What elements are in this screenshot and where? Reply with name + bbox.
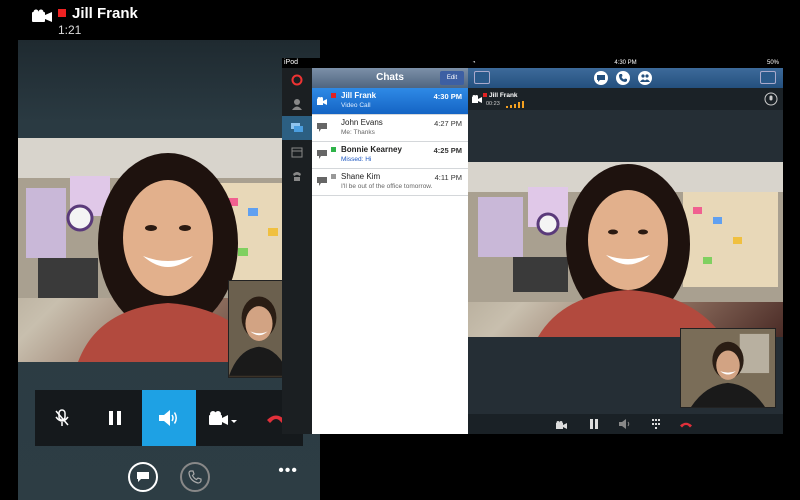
chat-time: 4:11 PM <box>434 173 462 182</box>
caller-name: Jill Frank <box>72 5 138 22</box>
microphone-icon[interactable] <box>764 92 778 106</box>
call-duration: 1:21 <box>58 23 82 37</box>
ipad-toolbar <box>468 68 783 88</box>
audio-call-button[interactable] <box>616 71 630 85</box>
self-view-scene <box>681 329 775 407</box>
busy-presence-icon <box>331 93 336 98</box>
chat-button[interactable] <box>128 462 158 492</box>
busy-presence-icon <box>483 93 487 97</box>
call-controls <box>35 390 303 446</box>
ipod-status-bar: iPod <box>282 58 468 68</box>
device-label: iPod <box>284 59 299 66</box>
message-icon <box>317 123 327 132</box>
chat-row-jill-frank[interactable]: Jill Frank Video Call 4:30 PM <box>312 88 468 115</box>
edit-button[interactable]: Edit <box>440 71 464 85</box>
ipod-device: iPod Chats Edit Jill Frank Video Call 4:… <box>282 58 468 434</box>
phone-status-bar: Jill Frank 1:21 <box>0 0 320 40</box>
call-info-bar: Jill Frank 00:23 <box>468 88 783 110</box>
nav-phone[interactable] <box>282 164 312 188</box>
chat-row-bonnie-kearney[interactable]: Bonnie Kearney Missed: Hi 4:25 PM <box>312 142 468 169</box>
available-presence-icon <box>331 147 336 152</box>
video-camera-dropdown-icon <box>208 411 237 425</box>
phone-handset-icon <box>619 74 627 82</box>
busy-presence-icon <box>58 9 66 17</box>
hold-button[interactable] <box>89 390 143 446</box>
speaker-button[interactable] <box>142 390 196 446</box>
keypad-icon <box>652 419 660 429</box>
self-view-scene <box>229 281 289 376</box>
chat-subtitle: I'll be out of the office tomorrow. <box>341 183 433 190</box>
chat-button[interactable] <box>594 71 608 85</box>
share-button[interactable] <box>760 71 776 84</box>
sync-icon <box>291 74 303 86</box>
remote-video-scene <box>468 162 783 337</box>
chat-bubble-icon <box>597 74 605 82</box>
message-icon <box>317 177 327 186</box>
phone-call-screen: ••• <box>18 40 320 500</box>
chat-name: John Evans <box>341 118 383 127</box>
chat-subtitle: Video Call <box>341 102 371 109</box>
call-duration: 00:23 <box>486 101 500 107</box>
chat-name: Shane Kim <box>341 172 381 181</box>
signal-strength-icon <box>506 101 524 108</box>
video-call-icon <box>317 97 327 105</box>
chat-time: 4:27 PM <box>434 119 462 128</box>
chat-row-shane-kim[interactable]: Shane Kim I'll be out of the office tomo… <box>312 169 468 196</box>
phone-app-bar: ••• <box>18 454 320 500</box>
mute-button[interactable] <box>35 390 89 446</box>
battery-level: 50% <box>766 60 779 66</box>
video-camera-icon <box>32 9 52 22</box>
chat-subtitle: Me: Thanks <box>341 129 375 136</box>
speaker-icon <box>158 410 177 426</box>
keypad-button[interactable] <box>650 418 662 430</box>
group-icon <box>640 74 650 82</box>
hold-button[interactable] <box>588 418 600 430</box>
nav-meetings[interactable] <box>282 140 312 164</box>
speaker-icon <box>619 419 630 429</box>
chat-row-john-evans[interactable]: John Evans Me: Thanks 4:27 PM <box>312 115 468 142</box>
ipod-nav-rail <box>282 68 312 434</box>
chat-bubble-icon <box>137 472 149 482</box>
chat-list-header: Chats Edit <box>312 68 468 88</box>
microphone-muted-icon <box>55 409 69 426</box>
remote-video <box>468 162 783 337</box>
sidebar-toggle-button[interactable] <box>474 71 490 84</box>
video-options-button[interactable] <box>556 418 568 430</box>
nav-chats[interactable] <box>282 116 312 140</box>
phone-icon <box>293 172 301 181</box>
audio-call-button[interactable] <box>180 462 210 492</box>
self-view-video <box>680 328 776 408</box>
calendar-icon <box>291 147 303 158</box>
pause-icon <box>109 411 122 425</box>
self-view-video <box>228 280 290 378</box>
ipad-device: ◔ 4:30 PM 50% Jill Frank 00:23 <box>468 58 783 434</box>
speaker-button[interactable] <box>619 418 631 430</box>
message-icon <box>317 150 327 159</box>
chat-time: 4:25 PM <box>433 146 462 155</box>
participants-button[interactable] <box>638 71 652 85</box>
nav-sync[interactable] <box>282 68 312 92</box>
caller-name: Jill Frank <box>489 92 518 99</box>
video-camera-icon <box>556 420 567 429</box>
chat-subtitle: Missed: Hi <box>341 156 372 163</box>
video-call-icon <box>472 95 482 103</box>
chat-name: Jill Frank <box>341 91 377 100</box>
phone-handset-icon <box>188 470 202 484</box>
call-controls <box>468 414 783 434</box>
chat-time: 4:30 PM <box>433 92 462 101</box>
away-presence-icon <box>331 174 336 179</box>
chat-list: Chats Edit Jill Frank Video Call 4:30 PM… <box>312 68 468 434</box>
person-icon <box>292 99 302 110</box>
more-menu-button[interactable]: ••• <box>278 462 298 480</box>
nav-contacts[interactable] <box>282 92 312 116</box>
end-call-icon <box>680 422 692 427</box>
ipad-clock: 4:30 PM <box>614 60 637 66</box>
ipad-status-bar: ◔ 4:30 PM 50% <box>468 58 783 68</box>
chat-icon <box>291 123 303 132</box>
pause-icon <box>590 419 598 429</box>
end-call-button[interactable] <box>680 418 692 430</box>
video-options-button[interactable] <box>196 390 250 446</box>
chat-name: Bonnie Kearney <box>341 145 402 154</box>
